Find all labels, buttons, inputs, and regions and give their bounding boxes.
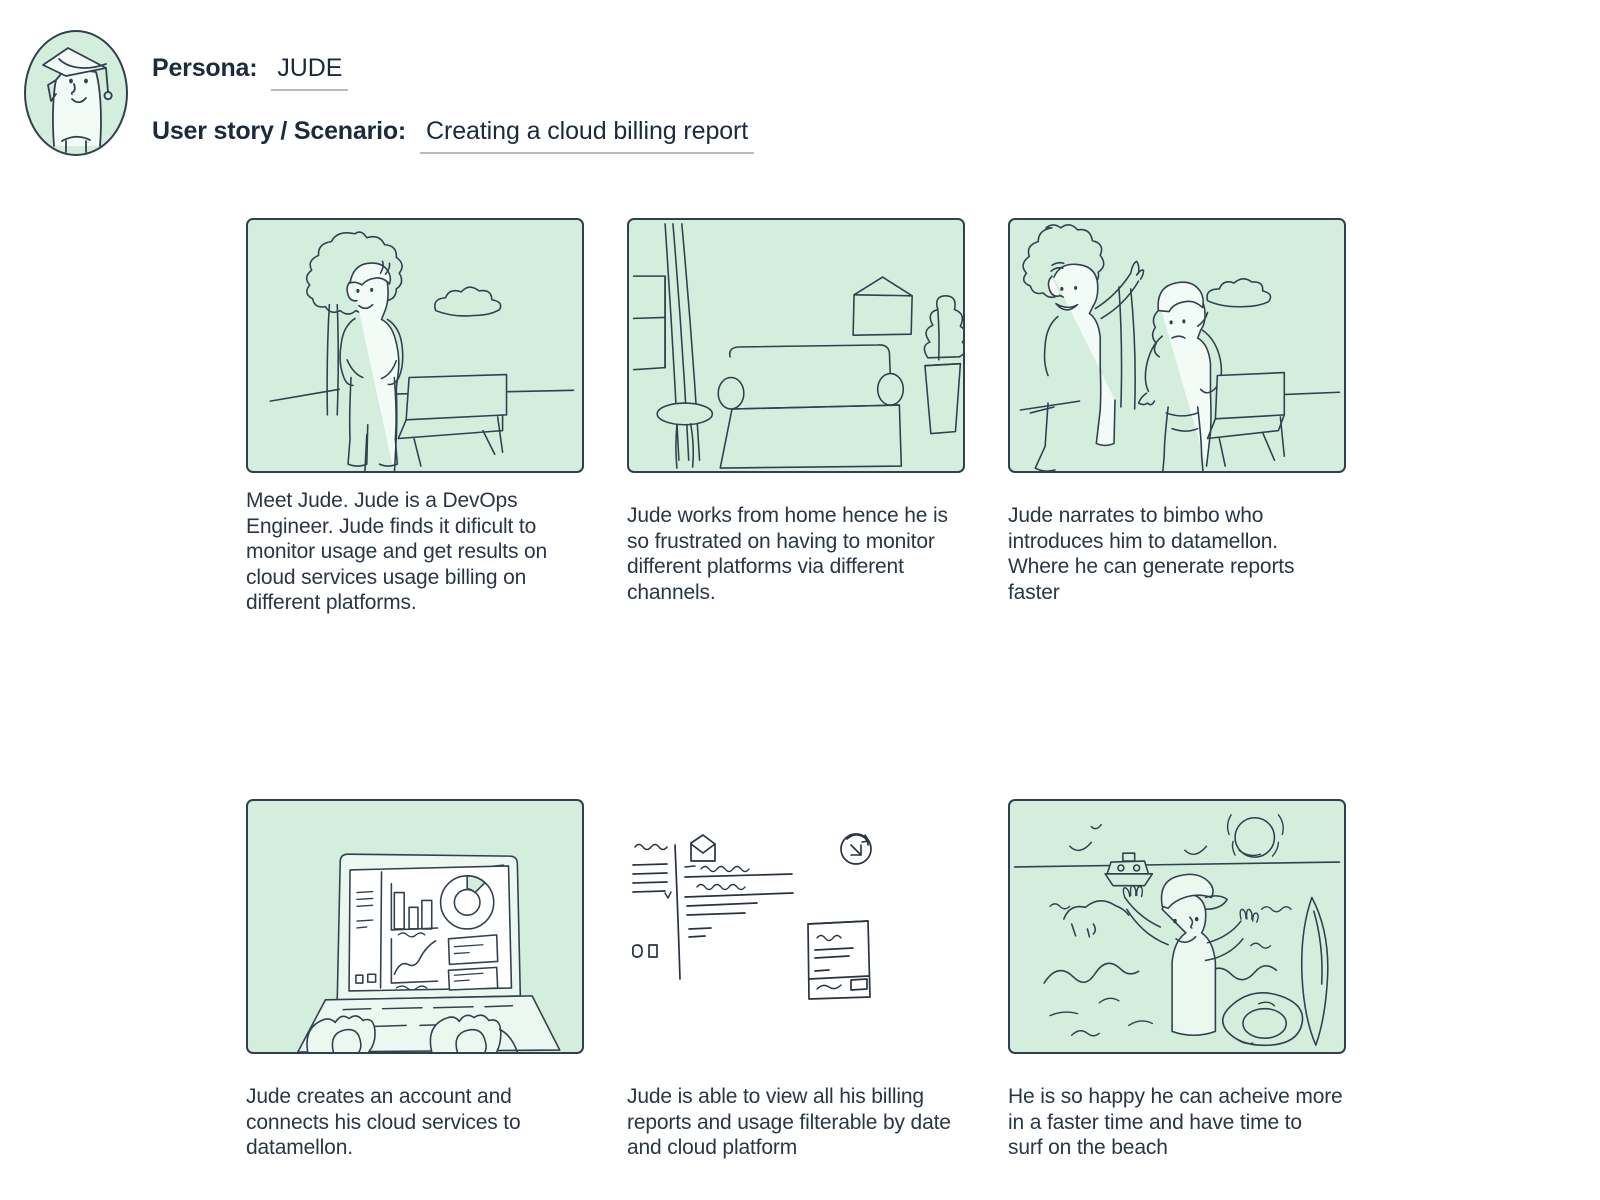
panel-5-caption: Jude is able to view all his billing rep…: [627, 1085, 951, 1160]
panel-6-caption: He is so happy he can acheive more in a …: [1008, 1085, 1343, 1160]
persona-label: Persona:: [152, 54, 258, 82]
storyboard-cell-2: Jude works from home hence he is so frus…: [627, 218, 965, 616]
panel-4-illustration[interactable]: [246, 799, 584, 1055]
persona-field-row: Persona: JUDE: [152, 54, 754, 91]
panel-1-illustration[interactable]: [246, 218, 584, 473]
storyboard-row-1: Meet Jude. Jude is a DevOps Engineer. Ju…: [246, 218, 1346, 616]
panel-2-caption: Jude works from home hence he is so frus…: [627, 504, 948, 604]
storyboard-header: Persona: JUDE User story / Scenario: Cre…: [22, 28, 755, 158]
header-fields: Persona: JUDE User story / Scenario: Cre…: [152, 28, 755, 154]
persona-avatar: [22, 28, 130, 158]
panel-2-illustration[interactable]: [627, 218, 965, 473]
panel-3-illustration[interactable]: [1008, 218, 1346, 473]
storyboard-cell-5: Jude is able to view all his billing rep…: [627, 799, 965, 1161]
panel-5-illustration[interactable]: [627, 799, 965, 1055]
panel-4-caption: Jude creates an account and connects his…: [246, 1085, 521, 1160]
panel-6-illustration[interactable]: [1008, 799, 1346, 1055]
storyboard-cell-1: Meet Jude. Jude is a DevOps Engineer. Ju…: [246, 218, 584, 616]
panel-3-caption: Jude narrates to bimbo who introduces hi…: [1008, 504, 1295, 604]
storyboard-cell-4: Jude creates an account and connects his…: [246, 799, 584, 1161]
storyboard-grid: Meet Jude. Jude is a DevOps Engineer. Ju…: [246, 218, 1346, 1161]
scenario-field-row: User story / Scenario: Creating a cloud …: [152, 117, 755, 154]
persona-value[interactable]: JUDE: [271, 54, 349, 91]
storyboard-page: Persona: JUDE User story / Scenario: Cre…: [0, 0, 1600, 1200]
storyboard-row-2: Jude creates an account and connects his…: [246, 799, 1346, 1161]
scenario-value[interactable]: Creating a cloud billing report: [420, 117, 755, 154]
panel-1-caption: Meet Jude. Jude is a DevOps Engineer. Ju…: [246, 489, 548, 615]
storyboard-cell-6: He is so happy he can acheive more in a …: [1008, 799, 1346, 1161]
storyboard-cell-3: Jude narrates to bimbo who introduces hi…: [1008, 218, 1346, 616]
scenario-label: User story / Scenario:: [152, 117, 407, 145]
